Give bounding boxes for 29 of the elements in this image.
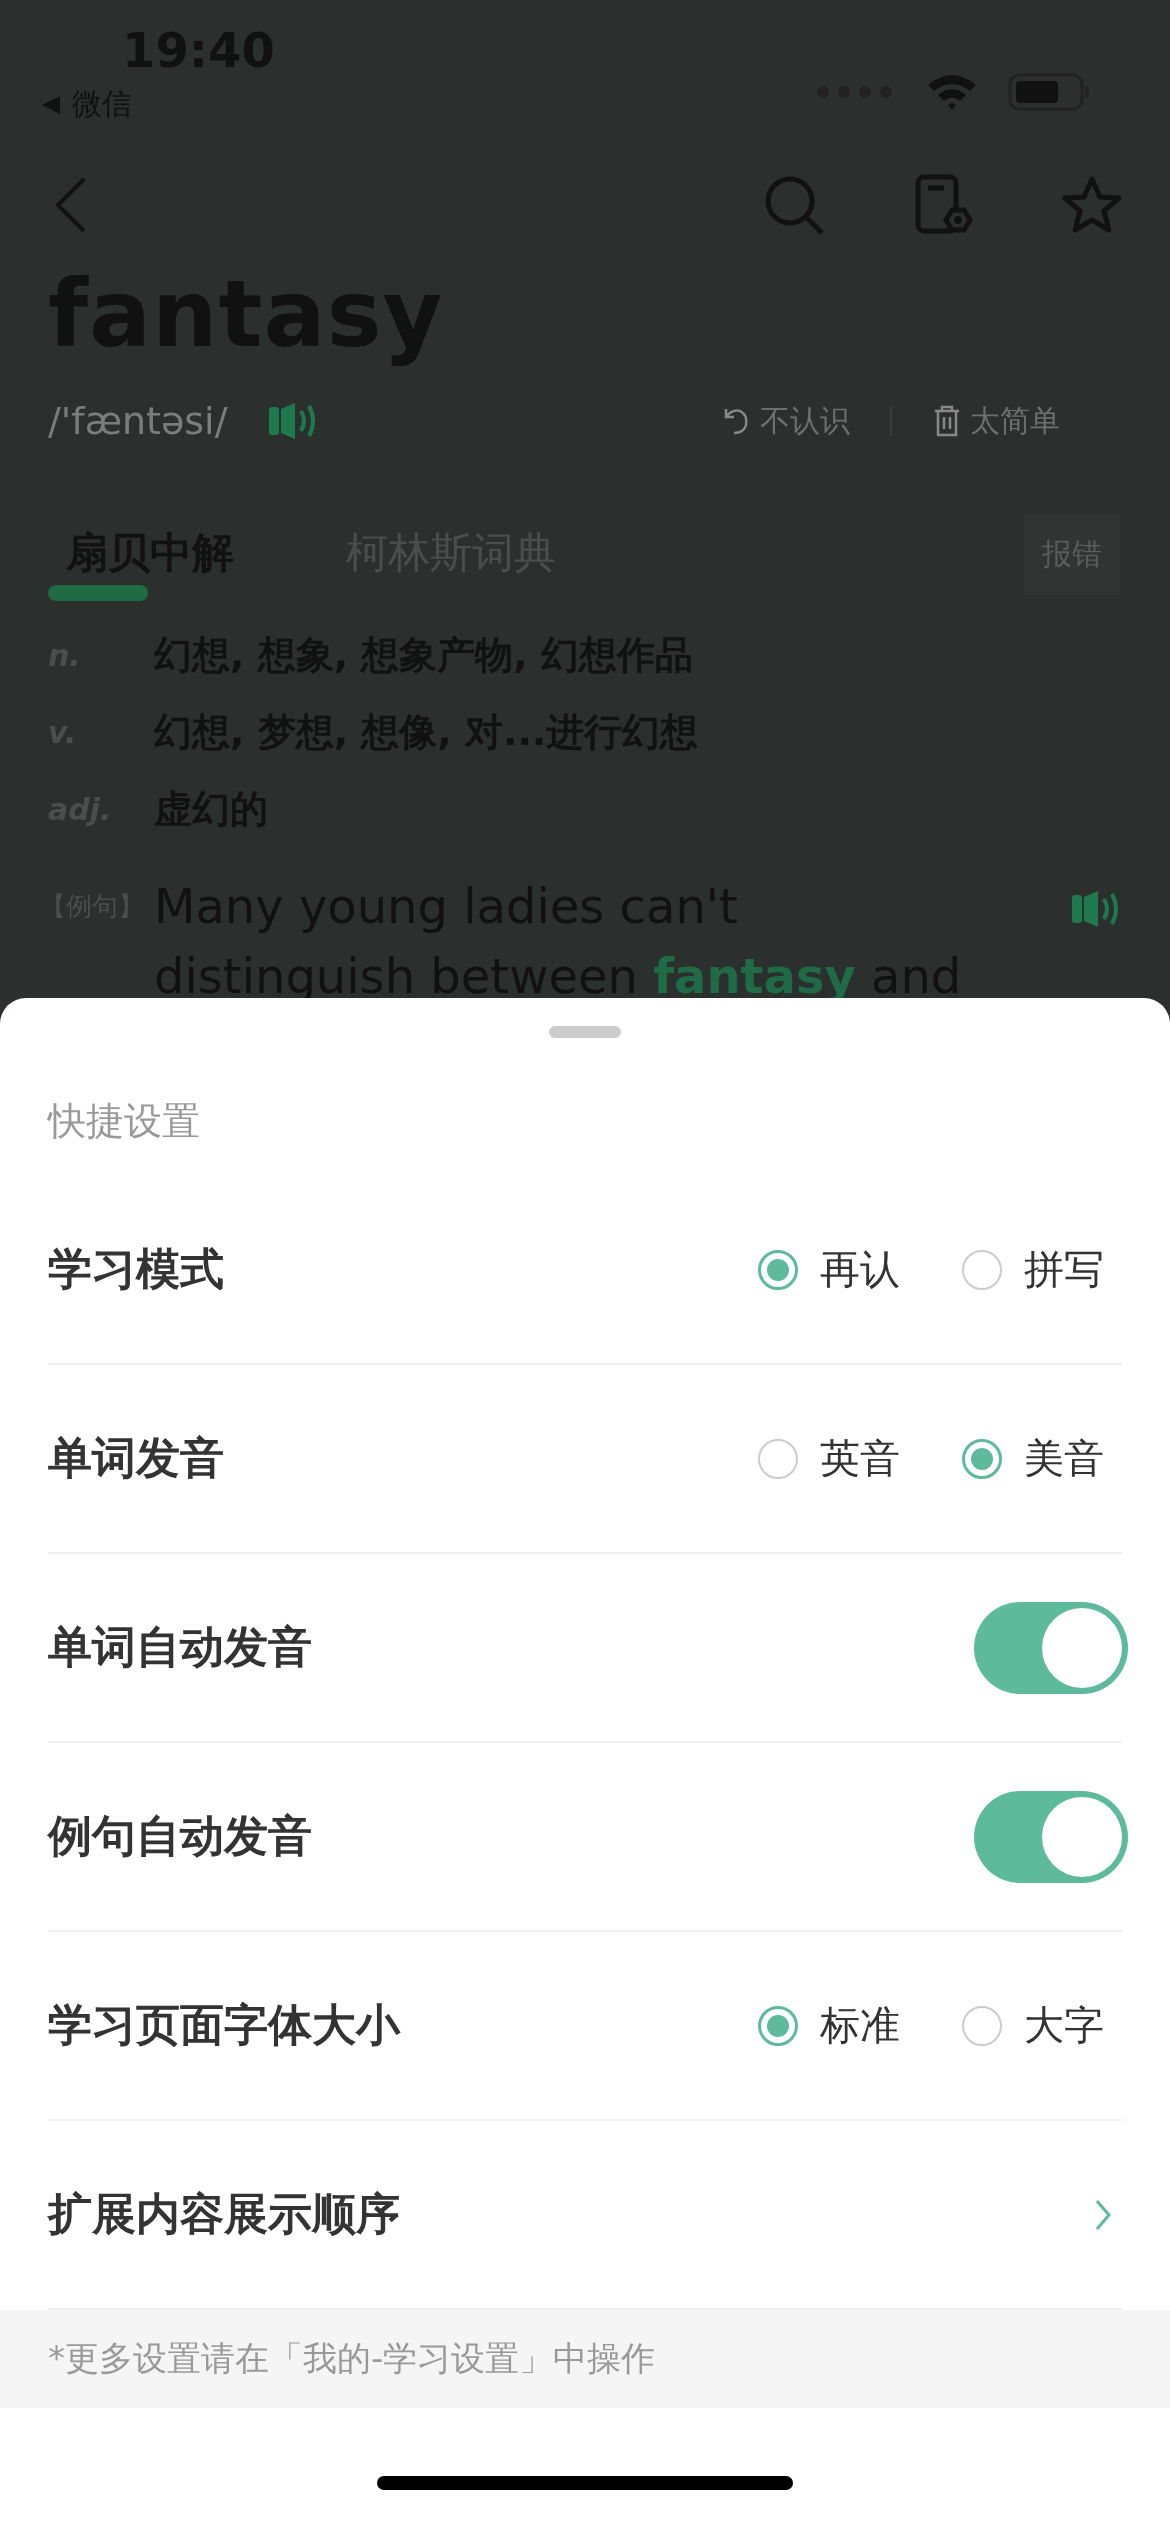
radio-icon[interactable] <box>962 2005 1002 2046</box>
setting-label[interactable]: 扩展内容展示顺序 <box>48 2185 400 2244</box>
phonetic: /'fæntəsi/ <box>48 399 228 443</box>
trash-icon <box>932 404 962 438</box>
radio-option[interactable]: 拼写 <box>962 1242 1104 1297</box>
radio-option[interactable]: 标准 <box>758 1998 900 2053</box>
footnote: *更多设置请在「我的-学习设置」中操作 <box>48 2337 656 2380</box>
radio-icon[interactable] <box>758 1438 798 1479</box>
sheet-handle[interactable] <box>549 1026 621 1038</box>
setting-label: 单词自动发音 <box>48 1620 312 1674</box>
radio-option[interactable]: 美音 <box>962 1431 1104 1486</box>
radio-icon[interactable] <box>758 2005 798 2046</box>
setting-label: 单词发音 <box>48 1431 224 1485</box>
wifi-icon <box>926 73 978 111</box>
radio-icon[interactable] <box>962 1438 1002 1479</box>
radio-option[interactable]: 英音 <box>758 1431 900 1486</box>
setting-label: 学习模式 <box>48 1242 224 1296</box>
star-icon[interactable] <box>1062 176 1122 234</box>
chevron-right-icon[interactable] <box>1094 2197 1112 2232</box>
battery-icon <box>1008 73 1090 111</box>
back-triangle-icon[interactable] <box>40 93 62 116</box>
radio-icon[interactable] <box>758 1249 798 1290</box>
radio-option[interactable]: 再认 <box>758 1242 900 1297</box>
radio-icon[interactable] <box>962 1249 1002 1290</box>
radio-option[interactable]: 大字 <box>962 1998 1104 2053</box>
sheet-title: 快捷设置 <box>46 1098 201 1145</box>
setting-label: 例句自动发音 <box>48 1809 312 1863</box>
clipboard-gear-icon[interactable] <box>914 174 974 236</box>
setting-label: 学习页面字体大小 <box>48 1998 400 2052</box>
